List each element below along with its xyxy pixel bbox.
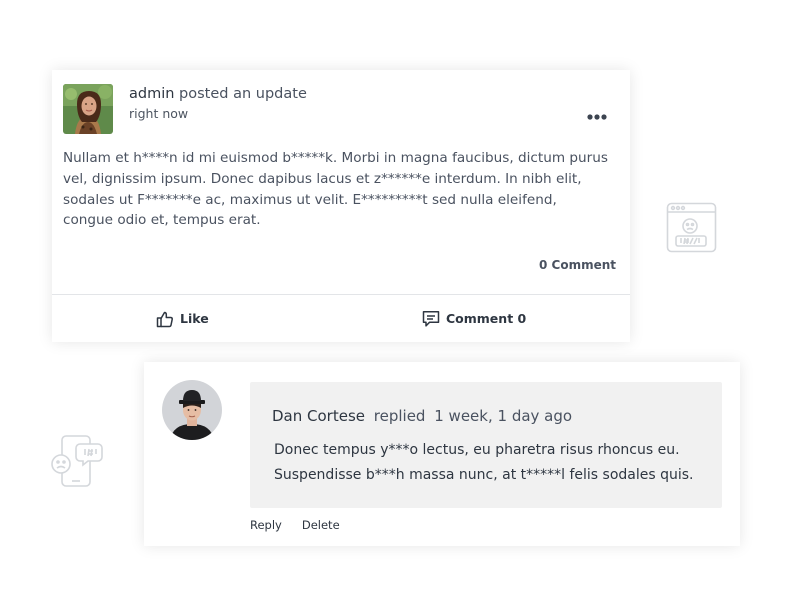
more-horizontal-icon[interactable] xyxy=(586,106,608,120)
browser-profanity-icon xyxy=(666,202,718,254)
like-label: Like xyxy=(180,311,209,326)
reply-actions: Reply Delete xyxy=(250,518,340,532)
reply-body-line: Donec tempus y***o lectus, eu pharetra r… xyxy=(274,442,680,458)
reply-author-link[interactable]: Dan Cortese xyxy=(272,407,365,425)
reply-button[interactable]: Reply xyxy=(250,518,282,532)
post-meta: admin posted an update right now xyxy=(129,84,307,123)
reply-body-text: Donec tempus y***o lectus, eu pharetra r… xyxy=(274,438,714,487)
post-title-line: admin posted an update xyxy=(129,84,307,104)
comment-count[interactable]: 0 Comment xyxy=(539,258,616,272)
delete-button[interactable]: Delete xyxy=(302,518,340,532)
reply-header: Dan Cortese replied 1 week, 1 day ago xyxy=(272,406,572,426)
reply-action-text: replied xyxy=(373,407,426,425)
reply-bubble: Dan Cortese replied 1 week, 1 day ago Do… xyxy=(250,382,722,508)
comment-button[interactable]: Comment 0 xyxy=(422,295,526,342)
avatar[interactable] xyxy=(63,84,113,134)
comment-label: Comment 0 xyxy=(446,311,527,326)
post-header: admin posted an update right now xyxy=(63,84,630,136)
avatar[interactable] xyxy=(162,380,222,440)
post-body-text: Nullam et h****n id mi euismod b*****k. … xyxy=(63,150,608,229)
post-author-link[interactable]: admin xyxy=(129,86,174,102)
post-actions-bar: Like Comment 0 xyxy=(52,295,630,342)
reply-body-line: Suspendisse b***h massa nunc, at t*****l… xyxy=(274,466,694,483)
phone-chat-profanity-icon xyxy=(50,434,104,490)
post-action-text: posted an update xyxy=(179,86,307,102)
post-timestamp[interactable]: right now xyxy=(129,105,307,123)
activity-post-card: admin posted an update right now Nullam … xyxy=(52,70,630,342)
comment-reply-card: Dan Cortese replied 1 week, 1 day ago Do… xyxy=(144,362,740,546)
reply-timestamp[interactable]: 1 week, 1 day ago xyxy=(434,407,572,425)
thumbs-up-icon xyxy=(156,310,174,328)
like-button[interactable]: Like xyxy=(156,295,209,342)
comment-icon xyxy=(422,310,440,328)
